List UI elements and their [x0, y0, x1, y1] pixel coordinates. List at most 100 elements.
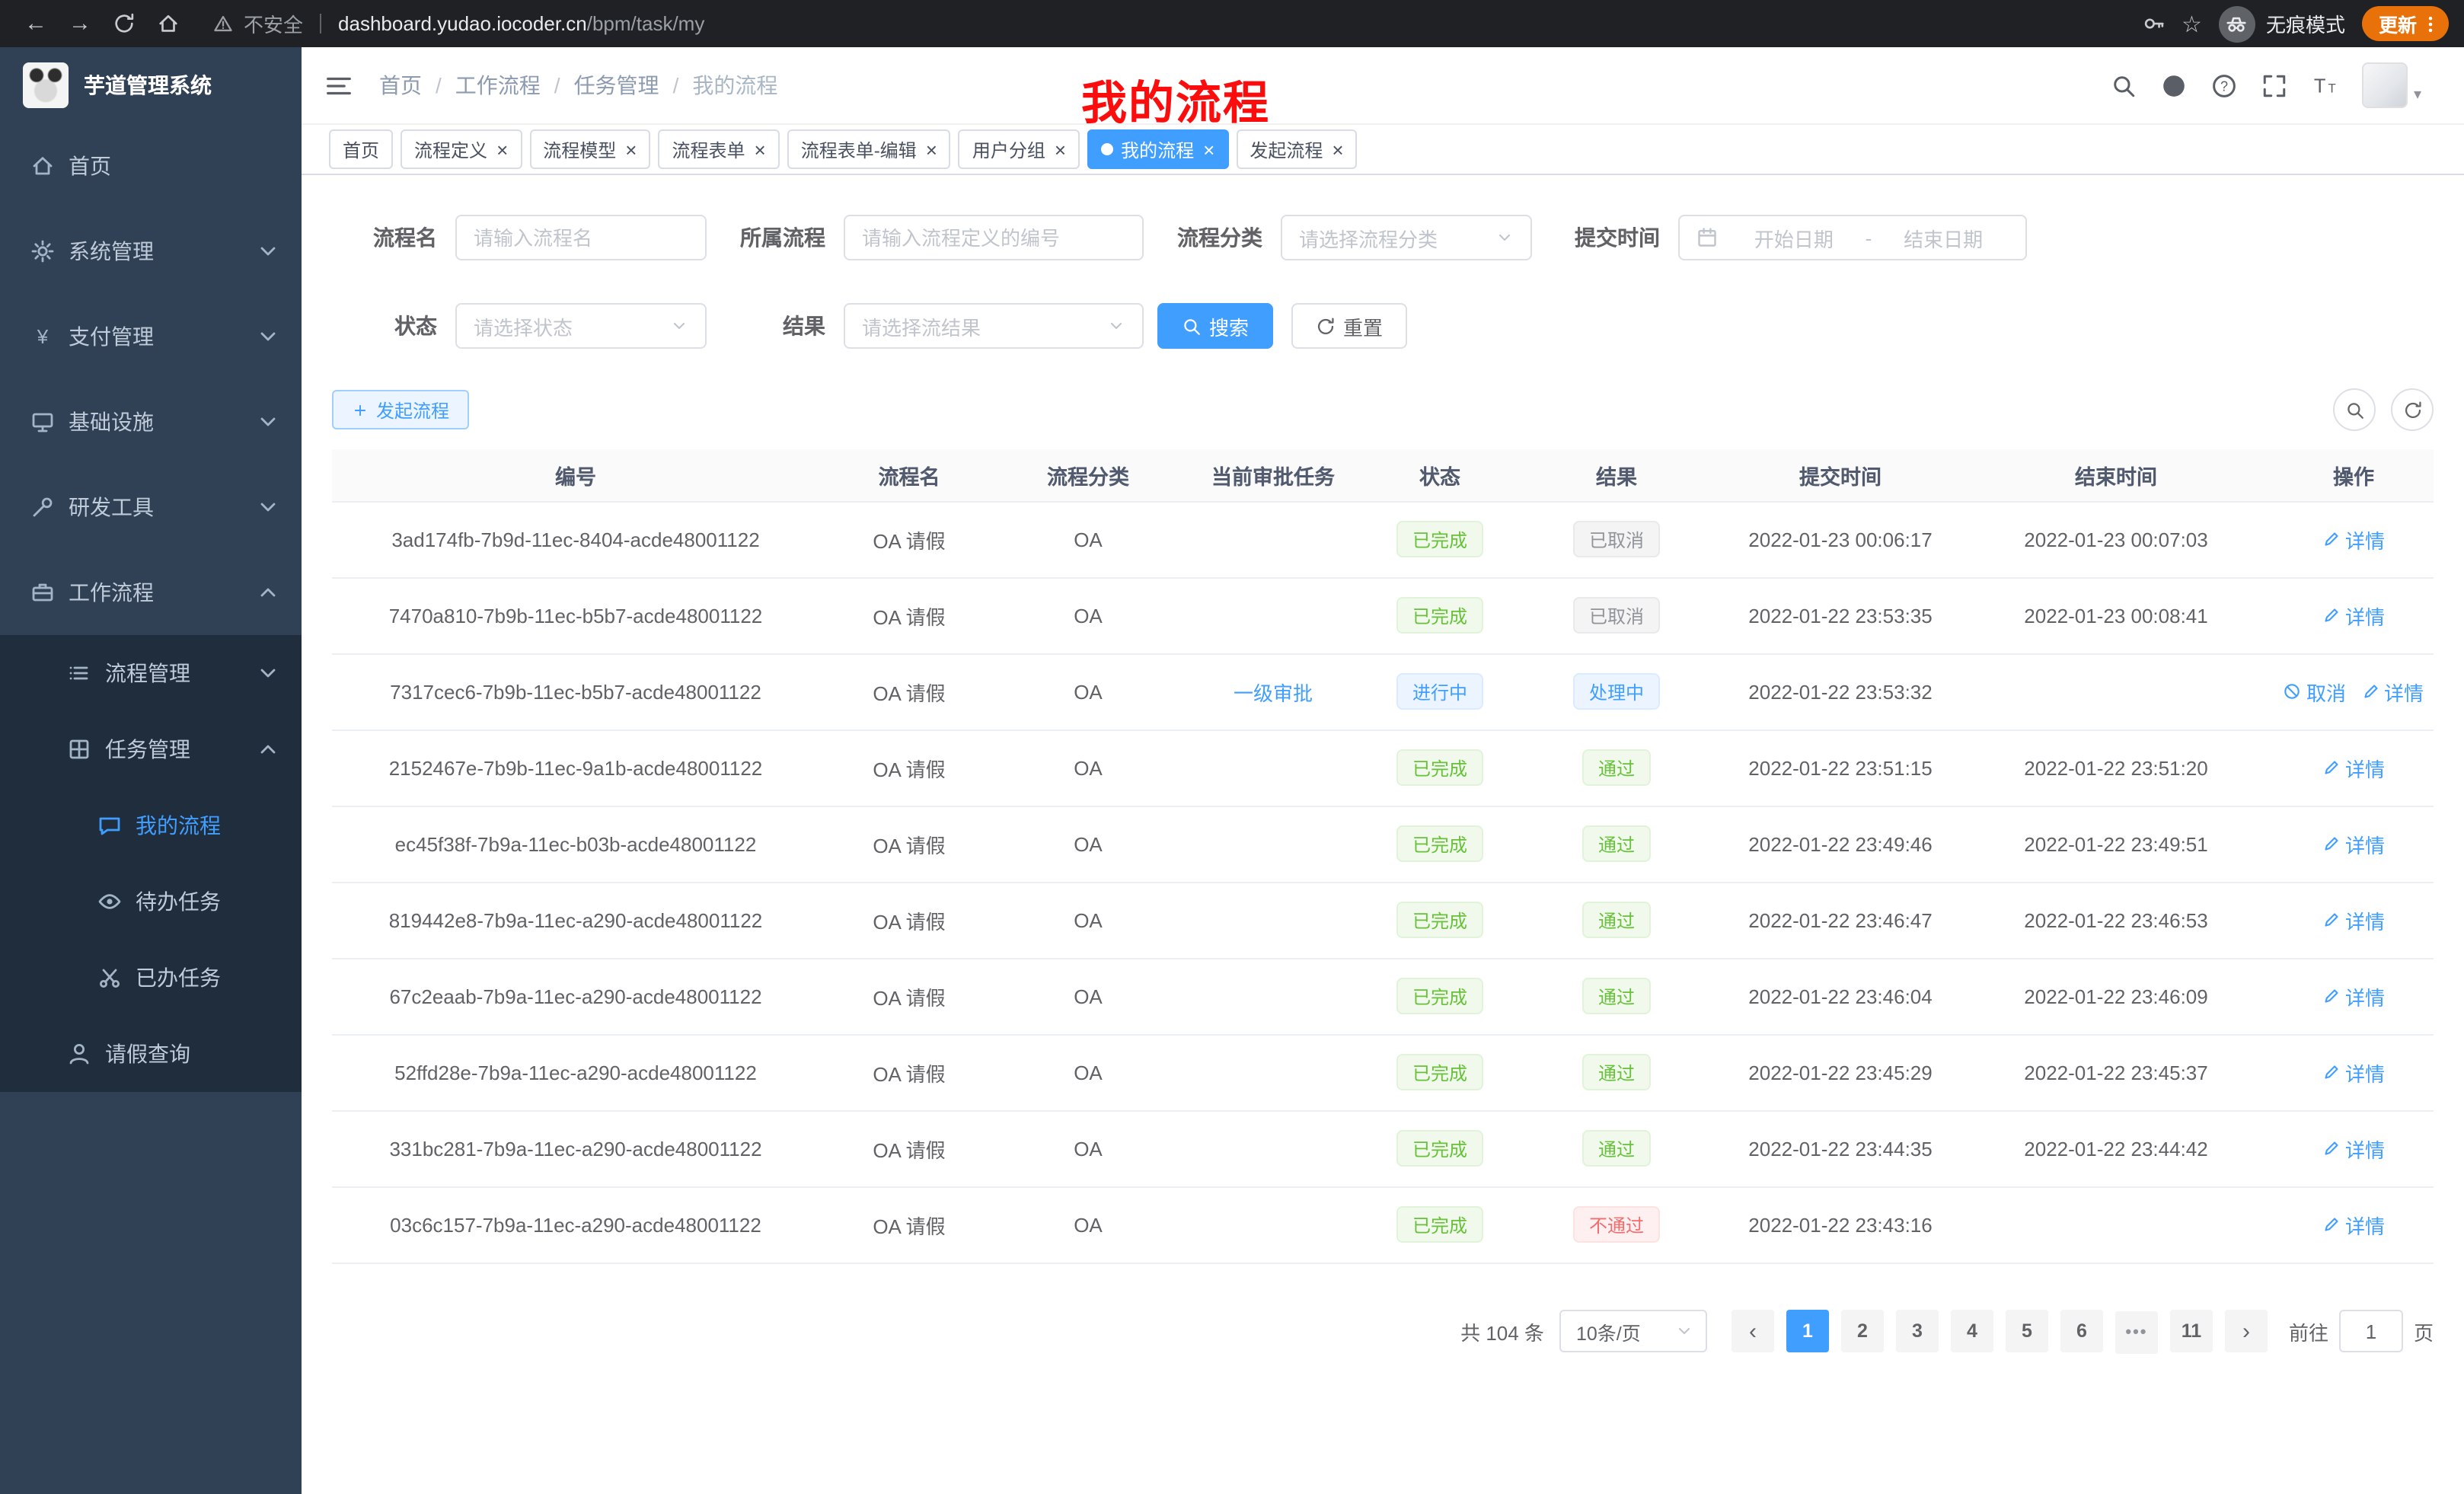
tab-close-icon[interactable]: ×: [926, 139, 937, 159]
detail-action-link[interactable]: 详情: [2322, 525, 2385, 554]
search-icon[interactable]: [2111, 72, 2137, 98]
browser-update-button[interactable]: 更新: [2362, 6, 2449, 41]
result-tag: 已取消: [1574, 597, 1659, 634]
action-label: 详情: [2345, 1210, 2385, 1239]
pager-prev-button[interactable]: ‹: [1732, 1310, 1774, 1352]
tab-close-icon[interactable]: ×: [625, 139, 637, 159]
tab-item[interactable]: 流程模型×: [529, 129, 650, 169]
help-icon[interactable]: [2211, 72, 2237, 98]
address-bar[interactable]: 不安全 dashboard.yudao.iocoder.cn/bpm/task/…: [192, 9, 2124, 38]
browser-home-button[interactable]: [148, 3, 189, 44]
tab-close-icon[interactable]: ×: [1055, 139, 1066, 159]
refresh-table-button[interactable]: [2391, 388, 2434, 431]
browser-back-button[interactable]: ←: [15, 3, 56, 44]
search-button[interactable]: 搜索: [1157, 303, 1273, 349]
breadcrumb-item[interactable]: 首页: [379, 70, 422, 101]
tab-label: 首页: [343, 136, 379, 162]
submit-time-range-picker[interactable]: 开始日期 - 结束日期: [1678, 215, 2027, 260]
reset-button[interactable]: 重置: [1291, 303, 1407, 349]
detail-action-link[interactable]: 详情: [2322, 982, 2385, 1010]
sidebar-item[interactable]: 首页: [0, 123, 302, 209]
show-search-button[interactable]: [2333, 388, 2376, 431]
breadcrumb-separator: /: [436, 73, 442, 97]
tab-item[interactable]: 流程定义×: [401, 129, 522, 169]
status-filter-select[interactable]: 请选择状态: [455, 303, 707, 349]
table-row: 52ffd28e-7b9a-11ec-a290-acde48001122OA 请…: [332, 1034, 2434, 1110]
bookmark-star-icon[interactable]: ☆: [2182, 10, 2202, 37]
breadcrumb-item[interactable]: 任务管理: [574, 70, 659, 101]
tab-close-icon[interactable]: ×: [755, 139, 766, 159]
user-avatar-menu[interactable]: ▾: [2362, 62, 2421, 108]
sidebar-item[interactable]: 待办任务: [0, 864, 302, 940]
pager-page-button[interactable]: 11: [2170, 1309, 2213, 1352]
cell-process-name: OA 请假: [819, 577, 999, 653]
sidebar-item[interactable]: 基础设施: [0, 379, 302, 464]
pager-page-button[interactable]: 5: [2006, 1309, 2048, 1352]
sidebar-item[interactable]: 支付管理: [0, 294, 302, 379]
tab-item[interactable]: 首页: [329, 129, 393, 169]
name-filter-input[interactable]: [455, 215, 707, 260]
result-filter-select[interactable]: 请选择流结果: [844, 303, 1144, 349]
tab-item[interactable]: 流程表单-编辑 ×: [787, 129, 951, 169]
tab-item[interactable]: 流程表单×: [658, 129, 779, 169]
detail-action-link[interactable]: 详情: [2322, 829, 2385, 858]
cell-category: OA: [999, 806, 1177, 882]
cell-end-time: 2022-01-22 23:44:42: [1958, 1110, 2274, 1186]
app-logo[interactable]: 芋道管理系统: [0, 47, 302, 123]
sidebar-item[interactable]: 我的流程: [0, 787, 302, 864]
current-task-link[interactable]: 一级审批: [1234, 677, 1313, 706]
category-filter-select[interactable]: 请选择流程分类: [1281, 215, 1532, 260]
tab-close-icon[interactable]: ×: [1332, 139, 1343, 159]
refresh-icon: [2402, 400, 2422, 420]
cell-end-time: [1958, 1186, 2274, 1263]
create-process-button[interactable]: 发起流程: [332, 390, 469, 429]
detail-action-link[interactable]: 详情: [2322, 753, 2385, 782]
detail-action-link[interactable]: 详情: [2322, 1210, 2385, 1239]
hamburger-icon[interactable]: [302, 47, 376, 123]
password-key-icon[interactable]: [2142, 12, 2165, 35]
cell-submit-time: 2022-01-22 23:53:32: [1722, 653, 1958, 729]
page-size-select[interactable]: 10条/页: [1559, 1310, 1707, 1352]
goto-page-input[interactable]: [2339, 1310, 2403, 1352]
github-icon[interactable]: [2161, 72, 2187, 98]
table-body: 3ad174fb-7b9d-11ec-8404-acde48001122OA 请…: [332, 501, 2434, 1263]
sidebar-item[interactable]: 系统管理: [0, 209, 302, 294]
tab-close-icon[interactable]: ×: [1203, 139, 1214, 159]
detail-action-link[interactable]: 详情: [2322, 905, 2385, 934]
pager-page-button[interactable]: 4: [1951, 1309, 1993, 1352]
sidebar-item[interactable]: 任务管理: [0, 711, 302, 787]
pager-more-button[interactable]: •••: [2115, 1310, 2158, 1353]
detail-action-link[interactable]: 详情: [2322, 1134, 2385, 1163]
pager-page-button[interactable]: 3: [1896, 1309, 1939, 1352]
cell-end-time: 2022-01-22 23:49:51: [1958, 806, 2274, 882]
sidebar-item[interactable]: 请假查询: [0, 1016, 302, 1092]
incognito-indicator: 无痕模式: [2219, 5, 2345, 42]
cancel-action-link[interactable]: 取消: [2284, 677, 2346, 706]
tab-close-icon[interactable]: ×: [496, 139, 508, 159]
browser-reload-button[interactable]: [104, 3, 145, 44]
tab-item[interactable]: 我的流程×: [1087, 129, 1228, 169]
pager-next-button[interactable]: ›: [2225, 1310, 2268, 1352]
process-filter-input[interactable]: [844, 215, 1144, 260]
browser-forward-button[interactable]: →: [59, 3, 101, 44]
sidebar-item[interactable]: 已办任务: [0, 940, 302, 1016]
cell-process-name: OA 请假: [819, 501, 999, 577]
pager-page-button[interactable]: 6: [2060, 1309, 2103, 1352]
detail-action-link[interactable]: 详情: [2322, 1058, 2385, 1087]
cell-current-task: [1177, 577, 1369, 653]
pager-page-button[interactable]: 2: [1841, 1309, 1884, 1352]
breadcrumb-item[interactable]: 工作流程: [455, 70, 541, 101]
detail-action-link[interactable]: 详情: [2361, 677, 2424, 706]
tab-label: 流程表单-编辑: [801, 136, 917, 162]
detail-action-link[interactable]: 详情: [2322, 601, 2385, 630]
tab-item[interactable]: 用户分组×: [959, 129, 1080, 169]
fullscreen-icon[interactable]: [2261, 72, 2287, 98]
name-input[interactable]: [474, 226, 688, 249]
process-input[interactable]: [862, 226, 1125, 249]
sidebar-item[interactable]: 工作流程: [0, 550, 302, 635]
tab-item[interactable]: 发起流程×: [1236, 129, 1357, 169]
font-size-icon[interactable]: [2312, 72, 2338, 98]
sidebar-item[interactable]: 流程管理: [0, 635, 302, 711]
sidebar-item[interactable]: 研发工具: [0, 464, 302, 550]
pager-page-button[interactable]: 1: [1786, 1309, 1829, 1352]
